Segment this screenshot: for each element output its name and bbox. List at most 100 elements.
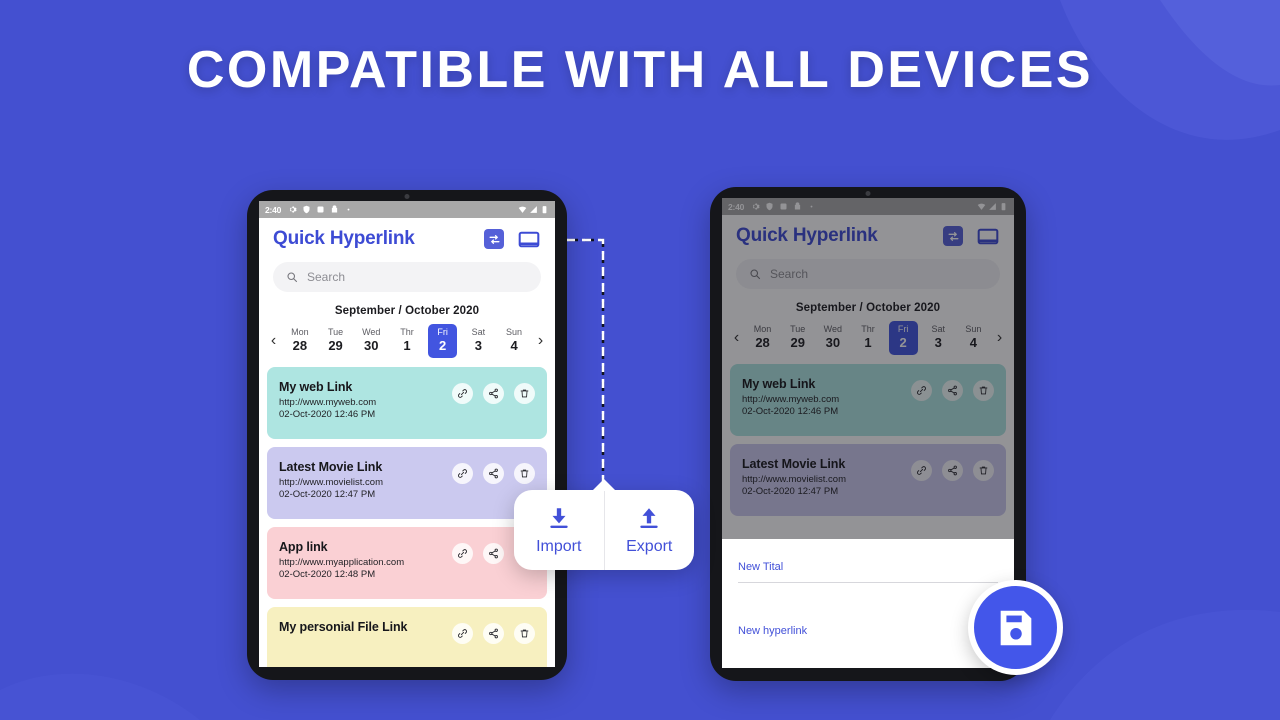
new-hyperlink-field[interactable]: New hyperlink	[738, 621, 998, 646]
shield-icon	[303, 205, 310, 214]
trash-icon[interactable]	[973, 379, 994, 401]
swap-icon[interactable]	[943, 226, 963, 246]
calendar-day[interactable]: Sat 3	[464, 324, 493, 358]
chevron-left-icon[interactable]: ‹	[728, 329, 745, 346]
calendar-day[interactable]: Tue 29	[783, 321, 812, 355]
share-icon[interactable]	[483, 542, 504, 564]
calendar-day-number: 28	[292, 338, 308, 354]
calendar-day-number: 1	[864, 335, 872, 351]
calendar-day-number: 2	[439, 338, 447, 354]
upload-icon	[640, 507, 658, 528]
trash-icon[interactable]	[973, 459, 994, 481]
search-input[interactable]: Search	[736, 259, 1000, 289]
link-date: 02-Oct-2020 12:47 PM	[742, 485, 839, 497]
share-icon[interactable]	[483, 462, 504, 484]
wifi-icon	[977, 203, 986, 210]
link-icon[interactable]	[452, 622, 473, 644]
square-icon	[317, 206, 324, 213]
link-card[interactable]: Latest Movie Link http://www.movielist.co…	[267, 446, 547, 519]
link-icon[interactable]	[452, 542, 473, 564]
link-title: Latest Movie Link	[742, 456, 846, 471]
status-bar: 2:40	[259, 201, 555, 218]
link-card-texts: Latest Movie Link http://www.movielist.co…	[742, 457, 911, 497]
link-card[interactable]: My web Link http://www.myweb.com 02-Oct-20…	[730, 363, 1006, 436]
link-card-texts: App link http://www.myapplication.com 02-O…	[279, 540, 452, 580]
share-icon[interactable]	[483, 622, 504, 644]
shield-icon	[766, 202, 773, 211]
save-button[interactable]	[968, 580, 1063, 675]
calendar-day[interactable]: Wed 30	[818, 321, 847, 355]
calendar-day[interactable]: Fri 2	[428, 324, 458, 358]
calendar-day[interactable]: Thr 1	[392, 324, 421, 358]
link-icon[interactable]	[452, 462, 473, 484]
link-url: http://www.movielist.com	[742, 473, 846, 485]
calendar-day[interactable]: Wed 30	[357, 324, 386, 358]
calendar-day[interactable]: Fri 2	[888, 321, 918, 355]
export-button[interactable]: Export	[603, 490, 695, 570]
app-bar-actions	[943, 226, 1000, 246]
bag-icon	[332, 205, 338, 213]
phone-left: 2:40 Quick Hyperlink Search September / …	[247, 190, 567, 680]
calendar-day-number: 4	[969, 335, 978, 351]
dot-icon	[810, 205, 813, 208]
link-card[interactable]: My web Link http://www.myweb.com 02-Oct-20…	[267, 366, 547, 439]
calendar-day-number: 3	[934, 335, 942, 351]
calendar-days: Mon 28 Tue 29 Wed 30 Thr 1 Fri 2 Sat 3 Sun 4	[282, 324, 532, 358]
link-icon[interactable]	[911, 459, 932, 481]
app-title: Quick Hyperlink	[273, 228, 415, 249]
link-date: 02-Oct-2020 12:46 PM	[279, 408, 376, 420]
link-card-texts: Latest Movie Link http://www.movielist.co…	[279, 460, 452, 500]
link-card[interactable]: App link http://www.myapplication.com 02-O…	[267, 526, 547, 599]
import-button[interactable]: Import	[514, 490, 604, 570]
calendar-day-name: Wed	[362, 327, 381, 337]
link-list: My web Link http://www.myweb.com 02-Oct-20…	[259, 366, 555, 667]
calendar-month-label: September / October 2020	[334, 305, 480, 317]
chevron-right-icon[interactable]: ›	[532, 332, 549, 349]
calendar-day[interactable]: Sun 4	[500, 324, 529, 358]
link-url: http://www.movielist.com	[279, 476, 383, 488]
calendar-day-name: Sat	[471, 327, 486, 337]
calendar-day-name: Thr	[861, 324, 875, 334]
link-card[interactable]: Latest Movie Link http://www.movielist.co…	[730, 443, 1006, 516]
link-title: My personial File Link	[279, 619, 408, 634]
trash-icon[interactable]	[514, 382, 535, 404]
link-url: http://www.myweb.com	[279, 396, 377, 408]
link-title: My web Link	[742, 376, 816, 391]
link-icon[interactable]	[452, 382, 473, 404]
new-title-field[interactable]: New Tital	[738, 557, 998, 582]
calendar-day-name: Fri	[437, 327, 448, 337]
link-date: 02-Oct-2020 12:48 PM	[279, 568, 376, 580]
chevron-right-icon[interactable]: ›	[991, 329, 1008, 346]
trash-icon[interactable]	[514, 622, 535, 644]
share-icon[interactable]	[483, 382, 504, 404]
calendar-day[interactable]: Tue 29	[321, 324, 350, 358]
calendar-month-label: September / October 2020	[795, 302, 941, 314]
calendar-day[interactable]: Sat 3	[924, 321, 953, 355]
swap-icon[interactable]	[484, 229, 504, 249]
calendar-day[interactable]: Thr 1	[853, 321, 882, 355]
background-decoration	[0, 0, 1280, 720]
link-card[interactable]: My personial File Link	[267, 606, 547, 667]
calendar-day[interactable]: Sun 4	[959, 321, 988, 355]
trash-icon[interactable]	[514, 462, 535, 484]
signal-icon	[989, 203, 996, 210]
app-bar: Quick Hyperlink	[722, 215, 1014, 257]
calendar-day-name: Tue	[790, 324, 806, 334]
link-card-texts: My web Link http://www.myweb.com 02-Oct-20…	[279, 380, 452, 420]
calendar-day-name: Mon	[753, 324, 772, 334]
card-view-icon[interactable]	[976, 227, 1000, 246]
calendar-day[interactable]: Mon 28	[748, 321, 777, 355]
card-view-icon[interactable]	[517, 230, 541, 249]
share-icon[interactable]	[942, 459, 963, 481]
link-date: 02-Oct-2020 12:47 PM	[279, 488, 376, 500]
search-input[interactable]: Search	[273, 262, 541, 292]
download-icon	[550, 507, 568, 528]
gear-icon	[753, 203, 760, 210]
link-icon[interactable]	[911, 379, 932, 401]
calendar-day[interactable]: Mon 28	[285, 324, 314, 358]
chevron-left-icon[interactable]: ‹	[265, 332, 282, 349]
connector-line	[505, 238, 605, 486]
wifi-icon	[518, 206, 527, 213]
calendar-day-name: Sun	[965, 324, 982, 334]
share-icon[interactable]	[942, 379, 963, 401]
